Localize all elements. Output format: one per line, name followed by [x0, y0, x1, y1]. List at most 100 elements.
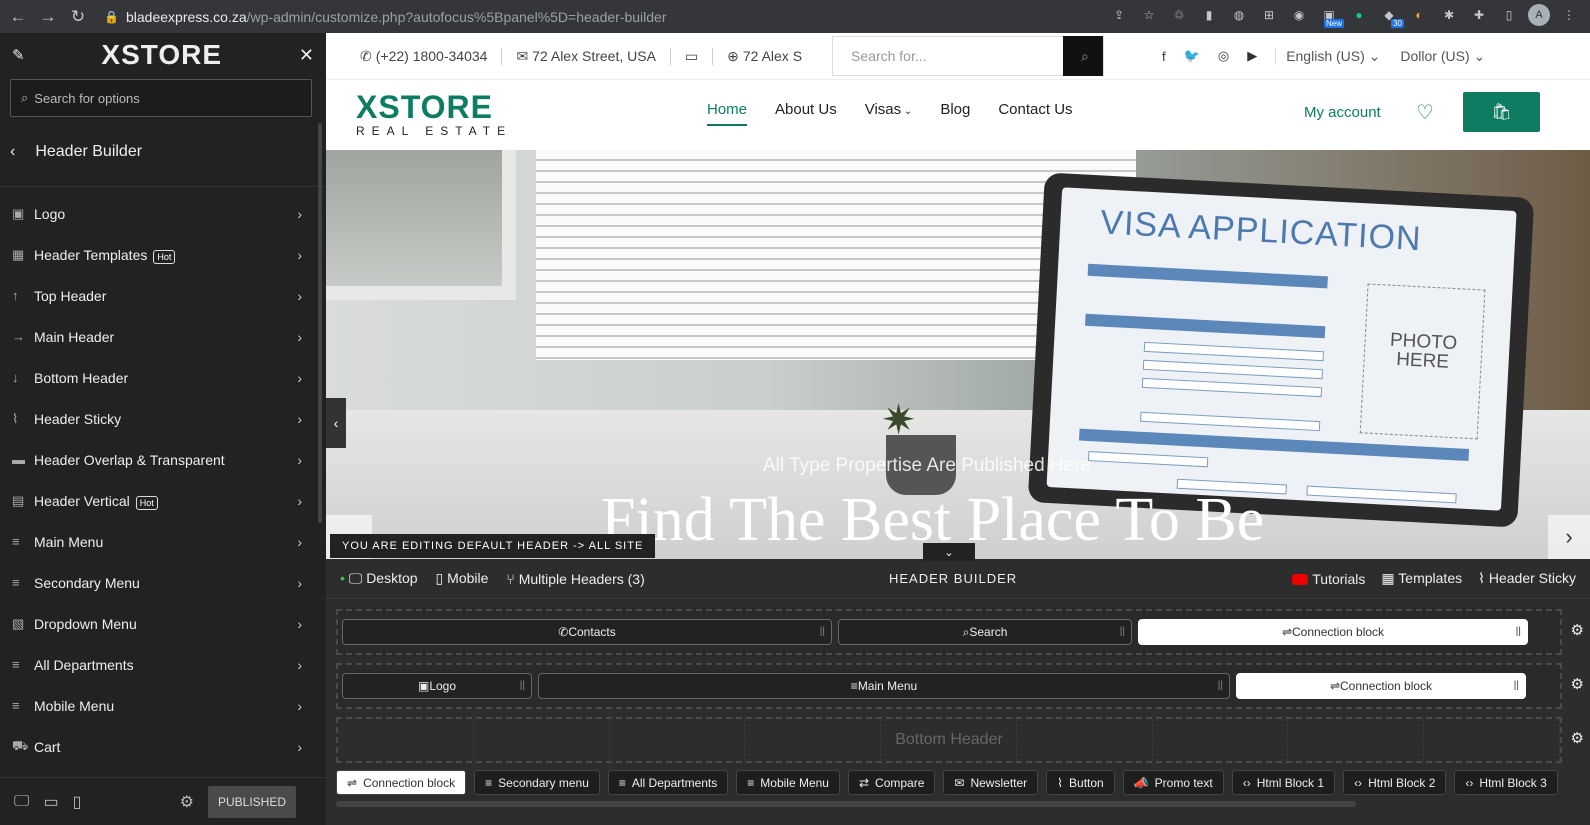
counter-extension-icon[interactable]: ◆ 30 [1378, 4, 1404, 28]
element-chip-button[interactable]: ⌇ Button [1046, 770, 1115, 795]
drag-handle-icon[interactable]: || [1218, 680, 1223, 691]
sidebar-item-top-header[interactable]: ↑ Top Header › [0, 275, 326, 316]
new-extension-icon[interactable]: ▣ New [1318, 4, 1344, 28]
published-button[interactable]: PUBLISHED [207, 785, 296, 818]
element-chip-all-departments[interactable]: ≡ All Departments [607, 770, 729, 795]
instagram-icon[interactable]: ◎ [1218, 48, 1229, 64]
multiple-headers-button[interactable]: ⑂ Multiple Headers (3) [506, 571, 644, 587]
section-back-row[interactable]: ‹ Header Builder [0, 117, 326, 187]
address-bar[interactable]: 🔒 bladeexpress.co.za/wp-admin/customize.… [104, 4, 1134, 29]
back-arrow-icon[interactable]: ← [6, 5, 30, 29]
drag-handle-icon[interactable]: || [520, 680, 525, 691]
element-chip-html-block-3[interactable]: ‹› Html Block 3 [1454, 770, 1558, 795]
share-icon[interactable]: ⇪ [1108, 4, 1130, 26]
currency-selector[interactable]: Dollor (US) ⌄ [1400, 48, 1485, 65]
chevron-left-icon[interactable]: ‹ [10, 143, 15, 161]
builder-slot-connection-block[interactable]: ⇌ Connection block || [1236, 673, 1526, 699]
site-search-input[interactable]: Search for... ⌕ [832, 36, 1105, 76]
sidebar-item-secondary-menu[interactable]: ≡ Secondary Menu › [0, 562, 326, 603]
my-account-link[interactable]: My account [1304, 104, 1381, 121]
sidepanel-icon[interactable]: ▯ [1498, 4, 1520, 26]
docs-extension-icon[interactable]: ▮ [1198, 4, 1220, 26]
tutorials-link[interactable]: Tutorials [1292, 571, 1365, 587]
builder-slot-search[interactable]: ⌕ Search || [838, 619, 1132, 645]
elements-scrollbar[interactable] [336, 801, 1356, 807]
sidebar-item-dropdown-menu[interactable]: ▧ Dropdown Menu › [0, 603, 326, 644]
sidebar-item-cart[interactable]: ⛟ Cart › [0, 726, 326, 767]
grammarly-icon[interactable]: ● [1348, 4, 1370, 26]
builder-slot-connection-block[interactable]: ⇌ Connection block || [1138, 619, 1528, 645]
close-icon[interactable]: ✕ [299, 45, 314, 66]
sidebar-item-mobile-menu[interactable]: ≡ Mobile Menu › [0, 685, 326, 726]
element-chip-html-block-2[interactable]: ‹› Html Block 2 [1343, 770, 1447, 795]
sidebar-item-header-sticky[interactable]: ⌇ Header Sticky › [0, 398, 326, 439]
mobile-preview-icon[interactable]: ▯ [73, 792, 82, 812]
builder-slot-contacts[interactable]: ✆ Contacts || [342, 619, 832, 645]
extension-icon[interactable]: ♲ [1168, 4, 1190, 26]
star-icon[interactable]: ☆ [1138, 4, 1160, 26]
main-row-settings-gear-icon[interactable]: ⚙ [1571, 675, 1584, 693]
twitter-icon[interactable]: 🐦 [1184, 48, 1200, 64]
sidebar-scrollbar[interactable] [318, 123, 322, 523]
youtube-icon[interactable]: ▶ [1247, 48, 1257, 64]
drag-handle-icon[interactable]: || [1516, 626, 1521, 637]
collapse-sidebar-button[interactable]: ‹ [326, 398, 346, 448]
device-mobile-tab[interactable]: ▯ Mobile [436, 570, 489, 587]
drag-handle-icon[interactable]: || [820, 626, 825, 637]
menu-item-contact-us[interactable]: Contact Us [998, 101, 1072, 126]
sidebar-item-main-header[interactable]: → Main Header › [0, 316, 326, 357]
menu-item-blog[interactable]: Blog [940, 101, 970, 126]
element-chip-newsletter[interactable]: ✉ Newsletter [943, 770, 1039, 795]
sidebar-item-header-templates[interactable]: ▦ Header Templates Hot › [0, 234, 326, 275]
builder-collapse-button[interactable]: ⌄ [923, 543, 975, 561]
profile-avatar[interactable]: A [1528, 4, 1550, 26]
bottom-row-settings-gear-icon[interactable]: ⚙ [1571, 729, 1584, 747]
element-chip-mobile-menu[interactable]: ≡ Mobile Menu [736, 770, 840, 795]
address-contact[interactable]: ✉ 72 Alex Street, USA [502, 47, 671, 65]
site-logo[interactable]: XSTORE REAL ESTATE [356, 91, 512, 137]
facebook-icon[interactable]: f [1162, 49, 1166, 64]
top-row-settings-gear-icon[interactable]: ⚙ [1571, 621, 1584, 639]
pin-icon[interactable]: ✎ [12, 46, 25, 64]
settings-gear-icon[interactable]: ⚙ [180, 792, 194, 812]
sidebar-item-main-menu[interactable]: ≡ Main Menu › [0, 521, 326, 562]
element-chip-connection-block[interactable]: ⇌ Connection block [336, 770, 467, 795]
builder-main-row[interactable]: ▣ Logo || ≡ Main Menu || ⇌ Connection bloc… [336, 663, 1562, 709]
menu-item-visas[interactable]: Visas ⌄ [865, 101, 913, 126]
sidebar-item-logo[interactable]: ▣ Logo › [0, 193, 326, 234]
kebab-menu-icon[interactable]: ⋮ [1558, 4, 1580, 26]
menu-item-home[interactable]: Home [707, 101, 748, 126]
builder-slot-logo[interactable]: ▣ Logo || [342, 673, 532, 699]
cart-button[interactable]: 🛍 [1463, 92, 1540, 132]
heart-icon[interactable]: ♡ [1416, 100, 1434, 125]
menu-item-about-us[interactable]: About Us [775, 101, 837, 126]
desktop-preview-icon[interactable]: 🖵 [14, 793, 29, 811]
globe-extension-icon[interactable]: ◍ [1228, 4, 1250, 26]
templates-link[interactable]: ▦ Templates [1381, 570, 1462, 587]
element-chip-html-block-1[interactable]: ‹› Html Block 1 [1231, 770, 1336, 795]
translate-extension-icon[interactable]: ⊞ [1258, 4, 1280, 26]
element-chip-secondary-menu[interactable]: ≡ Secondary menu [474, 770, 600, 795]
reload-icon[interactable]: ↻ [66, 5, 90, 29]
slider-next-button[interactable]: › [1548, 515, 1590, 559]
sidebar-item-all-departments[interactable]: ≡ All Departments › [0, 644, 326, 685]
sidebar-item-header-vertical[interactable]: ▤ Header Vertical Hot › [0, 480, 326, 521]
site-search-button[interactable]: ⌕ [1063, 36, 1104, 76]
header-sticky-link[interactable]: ⌇ Header Sticky [1478, 570, 1576, 587]
tablet-preview-icon[interactable]: ▭ [43, 792, 58, 812]
options-search-input[interactable]: ⌕ Search for options [10, 79, 312, 117]
phone-contact[interactable]: ✆ (+22) 1800-34034 [360, 47, 503, 65]
device-desktop-tab[interactable]: • 🖵 Desktop [340, 570, 418, 587]
puzzle-icon[interactable]: ✚ [1468, 4, 1490, 26]
drag-handle-icon[interactable]: || [1514, 680, 1519, 691]
sidebar-item-bottom-header[interactable]: ↓ Bottom Header › [0, 357, 326, 398]
tools-extension-icon[interactable]: ✱ [1438, 4, 1460, 26]
extra-contact[interactable]: ▭ [671, 47, 714, 65]
camera-extension-icon[interactable]: ◉ [1288, 4, 1310, 26]
drag-handle-icon[interactable]: || [1120, 626, 1125, 637]
location-contact[interactable]: ⊕ 72 Alex S [713, 48, 816, 65]
builder-top-row[interactable]: ✆ Contacts || ⌕ Search || ⇌ Connection blo… [336, 609, 1562, 655]
forward-arrow-icon[interactable]: → [36, 5, 60, 29]
element-chip-promo-text[interactable]: 📣 Promo text [1122, 770, 1224, 795]
half-moon-extension-icon[interactable]: ◐ [1408, 4, 1430, 26]
